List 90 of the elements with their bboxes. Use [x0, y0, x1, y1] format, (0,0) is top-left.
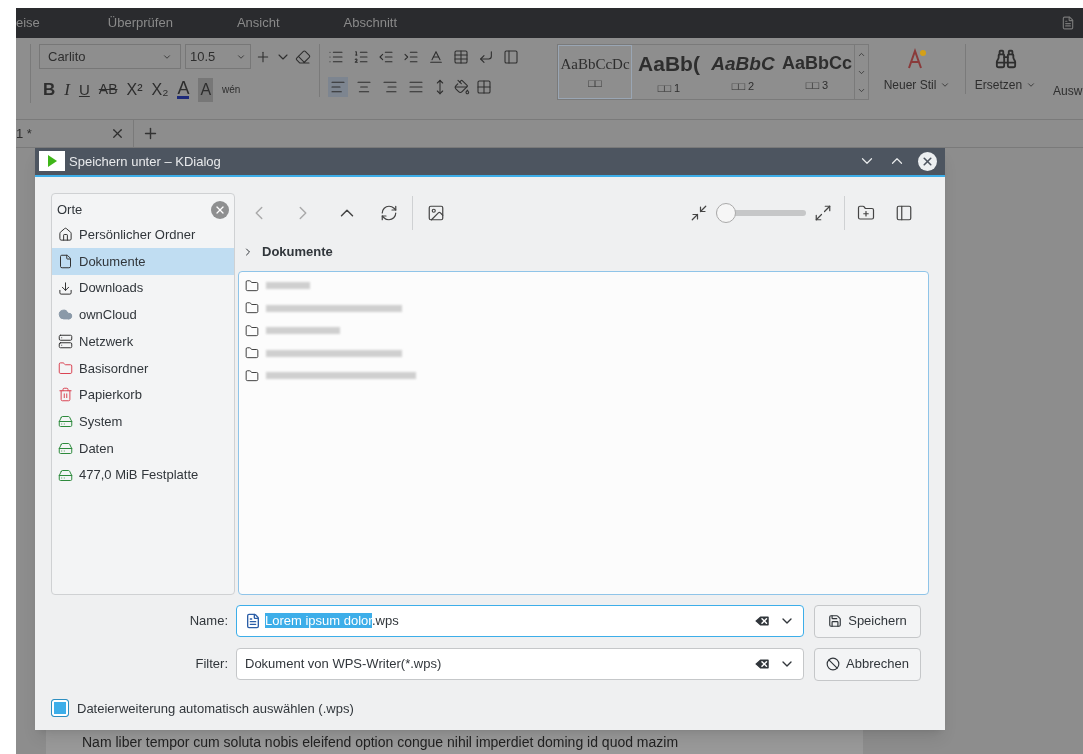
select-button[interactable]: Ausw	[1053, 82, 1083, 100]
numbered-list-icon[interactable]	[353, 48, 369, 65]
format-button[interactable]: AB	[98, 79, 118, 101]
eraser-icon[interactable]	[295, 48, 311, 65]
close-icon[interactable]	[211, 200, 229, 219]
breadcrumb[interactable]: Dokumente	[262, 241, 333, 262]
window-title: Speichern unter – KDialog	[69, 152, 221, 171]
menu-item[interactable]: Abschnitt	[311, 13, 430, 33]
drive-icon	[58, 440, 73, 456]
paint-bucket-icon[interactable]	[454, 79, 470, 95]
style-item[interactable]: AaBbCc □□ 3	[780, 45, 854, 99]
places-item[interactable]: Basisordner	[52, 354, 234, 382]
close-icon[interactable]	[918, 151, 937, 171]
house-icon	[58, 227, 73, 243]
panel-icon[interactable]	[895, 203, 913, 222]
new-tab-icon[interactable]	[142, 125, 159, 142]
reload-icon[interactable]	[380, 203, 398, 222]
format-button[interactable]: wén	[222, 83, 241, 96]
download-icon	[58, 280, 73, 296]
folder-icon	[245, 346, 259, 361]
document-text: Nam liber tempor cum soluta nobis eleifend option congue nihil imperdiet doming id quod mazim	[82, 734, 680, 750]
server-icon	[58, 334, 73, 350]
align-button[interactable]	[328, 77, 348, 97]
document-tab[interactable]: 1 *	[16, 120, 134, 147]
checkbox-label[interactable]: Dateierweiterung automatisch auswählen (.wps)	[77, 698, 354, 718]
format-button[interactable]: X₂	[151, 77, 169, 102]
close-icon[interactable]	[110, 126, 125, 141]
format-button[interactable]: X²	[126, 77, 143, 102]
menu-item[interactable]: eise	[16, 13, 76, 33]
cloud-icon	[58, 307, 73, 323]
border-icon[interactable]	[476, 79, 492, 95]
places-item[interactable]: Netzwerk	[52, 328, 234, 355]
places-item[interactable]: Papierkorb	[52, 381, 234, 409]
cancel-icon	[826, 657, 841, 671]
save-icon	[828, 614, 843, 628]
zoom-out-icon[interactable]	[690, 203, 708, 222]
size-field[interactable]: 10.5	[185, 44, 251, 69]
places-item[interactable]: Downloads	[52, 274, 234, 302]
cancel-button[interactable]: Abbrechen	[814, 647, 921, 681]
format-button[interactable]: U	[78, 78, 90, 101]
style-item[interactable]: AaBb( □□ 1	[632, 45, 706, 99]
zoom-slider[interactable]	[716, 202, 806, 223]
format-button[interactable]: A	[177, 80, 190, 100]
drive-icon	[58, 467, 73, 483]
app-icon	[39, 151, 65, 172]
trash-icon	[58, 387, 73, 403]
text-direction-icon[interactable]	[428, 48, 444, 65]
document-icon[interactable]	[1061, 16, 1075, 30]
places-item[interactable]: System	[52, 408, 234, 435]
checkbox[interactable]	[51, 699, 69, 718]
new-style-icon[interactable]	[906, 48, 928, 70]
folder-icon	[245, 368, 259, 383]
field-label: Filter:	[194, 655, 228, 674]
places-item[interactable]: Dokumente	[52, 248, 234, 275]
frame-icon[interactable]	[503, 48, 519, 65]
table-icon[interactable]	[453, 48, 469, 65]
blurred-filename	[266, 282, 310, 290]
places-item[interactable]: Persönlicher Ordner	[52, 221, 234, 249]
folder-icon	[245, 323, 259, 338]
places-title: Orte	[57, 200, 83, 219]
document-icon	[245, 613, 261, 629]
style-item[interactable]: AaBbC □□ 2	[706, 45, 780, 99]
caret-icon[interactable]	[1026, 80, 1037, 90]
format-button[interactable]: A	[198, 77, 214, 102]
style-item[interactable]: AaBbCcDc □□	[558, 45, 632, 99]
field-label: Name:	[188, 612, 228, 631]
menu-item[interactable]: Ansicht	[204, 13, 312, 33]
replace-button[interactable]: Ersetzen	[974, 76, 1023, 94]
format-button[interactable]: I	[64, 77, 70, 103]
zoom-in-icon[interactable]	[814, 203, 832, 222]
document-icon	[58, 254, 73, 270]
image-icon[interactable]	[427, 203, 445, 222]
format-button[interactable]: B	[43, 77, 56, 103]
filter-field[interactable]: Dokument von WPS-Writer(*.wps)	[236, 648, 804, 680]
menu-item[interactable]: Überprüfen	[75, 13, 205, 33]
line-break-icon[interactable]	[478, 48, 494, 65]
drive-icon	[58, 414, 73, 430]
slider-thumb[interactable]	[716, 202, 736, 223]
folder-icon	[245, 301, 259, 316]
places-item[interactable]: ownCloud	[52, 301, 234, 329]
new-style-button[interactable]: Neuer Stil	[883, 76, 937, 94]
new-folder-icon[interactable]	[857, 203, 875, 222]
places-item[interactable]: Daten	[52, 435, 234, 462]
font-field[interactable]: Carlito	[39, 44, 181, 69]
caret-icon[interactable]	[940, 80, 951, 90]
folder-icon	[58, 360, 73, 376]
places-item[interactable]: 477,0 MiB Festplatte	[52, 461, 234, 489]
folder-icon	[245, 278, 259, 293]
save-button[interactable]: Speichern	[814, 604, 921, 638]
binoculars-icon[interactable]	[994, 48, 1017, 70]
